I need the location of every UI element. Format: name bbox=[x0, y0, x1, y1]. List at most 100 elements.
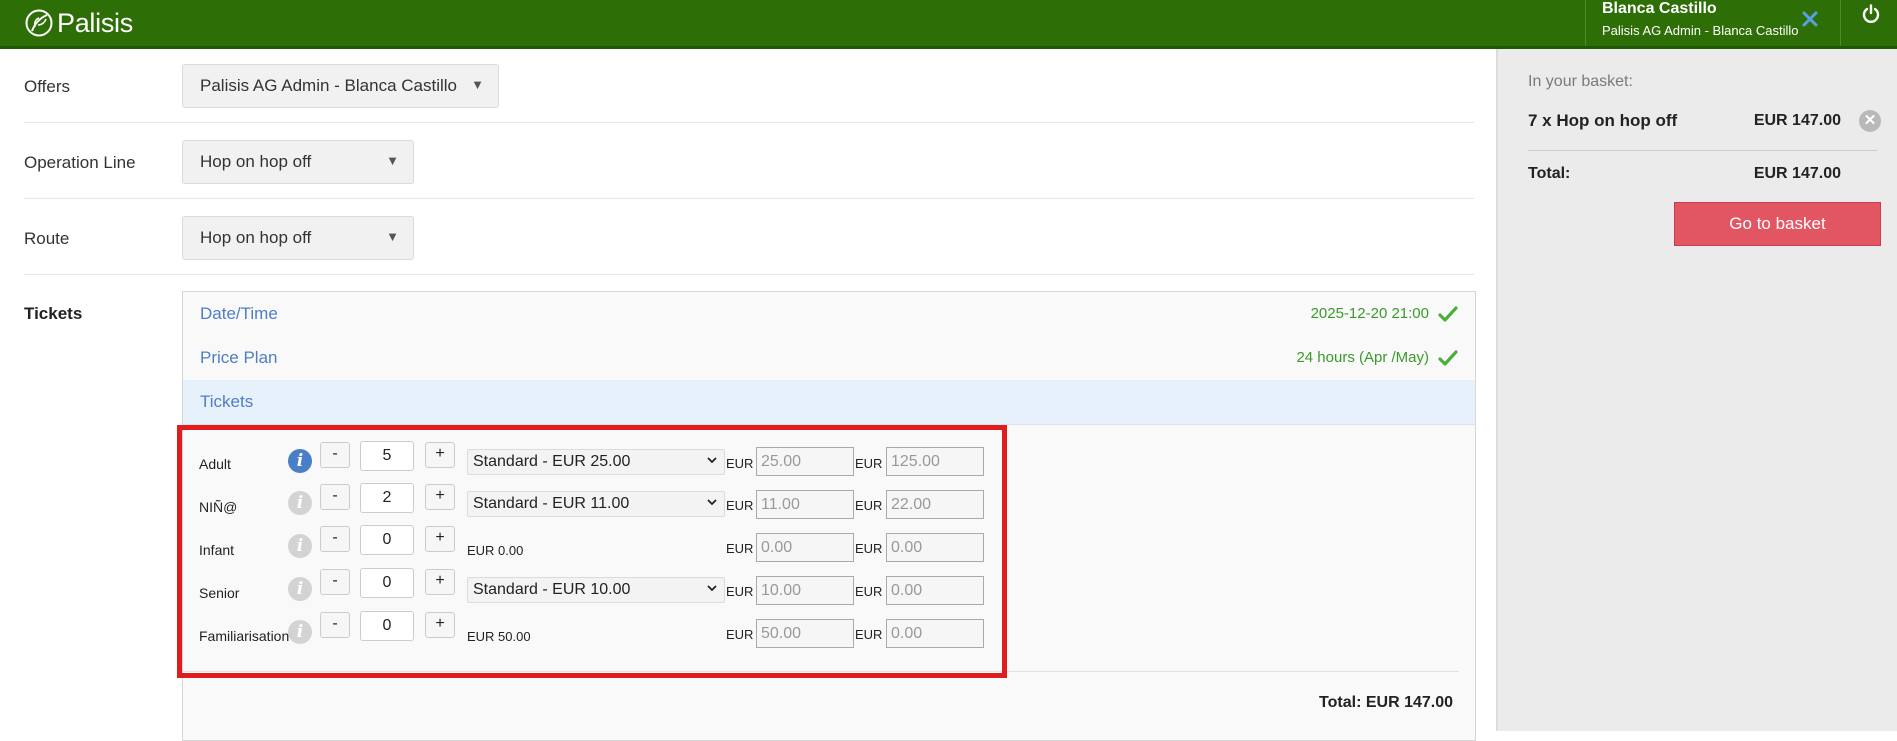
unit-price-field[interactable]: 11.00 bbox=[756, 490, 854, 519]
currency-label: EUR bbox=[855, 498, 883, 513]
decrease-button[interactable]: - bbox=[320, 526, 350, 552]
ticket-type-name: Adult bbox=[199, 456, 231, 472]
datetime-step-value: 2025-12-20 21:00 bbox=[1310, 305, 1429, 322]
app-logo[interactable]: Palisis bbox=[24, 8, 133, 38]
route-select[interactable]: Hop on hop off ▼ bbox=[182, 216, 414, 260]
info-icon[interactable]: i bbox=[288, 449, 312, 473]
chevron-down-icon bbox=[707, 499, 717, 506]
divider bbox=[1528, 150, 1878, 151]
line-total-field[interactable]: 22.00 bbox=[886, 490, 984, 519]
rate-select[interactable]: Standard - EUR 25.00 bbox=[467, 449, 725, 475]
increase-button[interactable]: + bbox=[425, 612, 455, 638]
palisis-leaf-icon bbox=[25, 9, 53, 37]
divider bbox=[24, 274, 1474, 275]
decrease-button[interactable]: - bbox=[320, 442, 350, 468]
rate-select-value: Standard - EUR 11.00 bbox=[473, 495, 630, 512]
ticket-type-name: Senior bbox=[199, 585, 240, 601]
basket-label: In your basket: bbox=[1528, 73, 1633, 90]
price-plan-step-value: 24 hours (Apr /May) bbox=[1296, 349, 1429, 366]
power-icon bbox=[1862, 4, 1880, 23]
tickets-step[interactable]: Tickets bbox=[183, 380, 1475, 425]
dropdown-arrow-icon: ▼ bbox=[471, 77, 484, 92]
route-select-value: Hop on hop off bbox=[200, 228, 312, 247]
currency-label: EUR bbox=[855, 584, 883, 599]
quantity-input[interactable]: 0 bbox=[360, 525, 414, 555]
quantity-input[interactable]: 0 bbox=[360, 611, 414, 641]
line-total-field[interactable]: 125.00 bbox=[886, 447, 984, 476]
ticket-type-name: Familiarisation bbox=[199, 628, 290, 644]
currency-label: EUR bbox=[855, 456, 883, 471]
line-total-field[interactable]: 0.00 bbox=[886, 533, 984, 562]
unit-price-field[interactable]: 10.00 bbox=[756, 576, 854, 605]
quantity-input[interactable]: 5 bbox=[360, 441, 414, 471]
currency-label: EUR bbox=[726, 584, 754, 599]
currency-label: EUR bbox=[726, 456, 754, 471]
line-total-field[interactable]: 0.00 bbox=[886, 576, 984, 605]
basket-total-label: Total: bbox=[1528, 165, 1571, 182]
quantity-input[interactable]: 0 bbox=[360, 568, 414, 598]
rate-select[interactable]: Standard - EUR 10.00 bbox=[467, 577, 725, 603]
dropdown-arrow-icon: ▼ bbox=[386, 229, 399, 244]
tickets-label: Tickets bbox=[24, 304, 83, 323]
offers-select[interactable]: Palisis AG Admin - Blanca Castillo ▼ bbox=[182, 64, 499, 108]
info-icon[interactable]: i bbox=[288, 577, 312, 601]
flat-rate-text: EUR 0.00 bbox=[467, 543, 524, 558]
unit-price-field[interactable]: 50.00 bbox=[756, 619, 854, 648]
quantity-input[interactable]: 2 bbox=[360, 483, 414, 513]
increase-button[interactable]: + bbox=[425, 442, 455, 468]
currency-label: EUR bbox=[855, 627, 883, 642]
price-plan-step-title: Price Plan bbox=[200, 348, 278, 367]
flat-rate-text: EUR 50.00 bbox=[467, 629, 531, 644]
decrease-button[interactable]: - bbox=[320, 569, 350, 595]
operation-line-select-value: Hop on hop off bbox=[200, 152, 312, 171]
currency-label: EUR bbox=[726, 627, 754, 642]
info-icon[interactable]: i bbox=[288, 534, 312, 558]
increase-button[interactable]: + bbox=[425, 526, 455, 552]
unit-price-field[interactable]: 0.00 bbox=[756, 533, 854, 562]
operation-line-select[interactable]: Hop on hop off ▼ bbox=[182, 140, 414, 184]
check-icon bbox=[1438, 350, 1458, 366]
currency-label: EUR bbox=[855, 541, 883, 556]
offers-label: Offers bbox=[24, 77, 70, 96]
remove-circle-icon[interactable]: ✕ bbox=[1859, 110, 1881, 132]
line-total-field[interactable]: 0.00 bbox=[886, 619, 984, 648]
logout-button[interactable] bbox=[1840, 0, 1897, 46]
currency-label: EUR bbox=[726, 541, 754, 556]
info-icon[interactable]: i bbox=[288, 620, 312, 644]
decrease-button[interactable]: - bbox=[320, 484, 350, 510]
user-account: Palisis AG Admin - Blanca Castillo bbox=[1602, 23, 1799, 38]
tickets-total: Total: EUR 147.00 bbox=[1319, 694, 1453, 711]
price-plan-step[interactable]: Price Plan 24 hours (Apr /May) bbox=[183, 336, 1475, 381]
increase-button[interactable]: + bbox=[425, 569, 455, 595]
chevron-down-icon bbox=[707, 585, 717, 592]
decrease-button[interactable]: - bbox=[320, 612, 350, 638]
chevron-down-icon bbox=[707, 457, 717, 464]
divider bbox=[24, 198, 1474, 199]
operation-line-label: Operation Line bbox=[24, 153, 136, 172]
top-bar: Palisis Blanca Castillo Palisis AG Admin… bbox=[0, 0, 1897, 49]
unit-price-field[interactable]: 25.00 bbox=[756, 447, 854, 476]
basket-item-price: EUR 147.00 bbox=[1753, 112, 1841, 129]
close-x-icon[interactable] bbox=[1797, 6, 1823, 32]
user-name: Blanca Castillo bbox=[1602, 0, 1717, 17]
divider bbox=[24, 122, 1474, 123]
rate-select-value: Standard - EUR 25.00 bbox=[473, 453, 631, 470]
rate-select-value: Standard - EUR 10.00 bbox=[473, 581, 631, 598]
rate-select[interactable]: Standard - EUR 11.00 bbox=[467, 491, 725, 517]
increase-button[interactable]: + bbox=[425, 484, 455, 510]
route-label: Route bbox=[24, 229, 70, 248]
datetime-step-title: Date/Time bbox=[200, 304, 278, 323]
basket-item-name: 7 x Hop on hop off bbox=[1528, 111, 1678, 130]
datetime-step[interactable]: Date/Time 2025-12-20 21:00 bbox=[183, 292, 1475, 337]
dropdown-arrow-icon: ▼ bbox=[386, 153, 399, 168]
basket-total-value: EUR 147.00 bbox=[1753, 165, 1841, 182]
info-icon[interactable]: i bbox=[288, 491, 312, 515]
tickets-step-title: Tickets bbox=[200, 392, 254, 411]
basket-sidebar: In your basket: 7 x Hop on hop off EUR 1… bbox=[1496, 49, 1897, 731]
ticket-type-name: Infant bbox=[199, 542, 235, 558]
currency-label: EUR bbox=[726, 498, 754, 513]
go-to-basket-button[interactable]: Go to basket bbox=[1674, 202, 1881, 246]
ticket-type-name: NIÑ@ bbox=[199, 499, 238, 515]
check-icon bbox=[1438, 306, 1458, 322]
logo-text: Palisis bbox=[57, 7, 133, 38]
